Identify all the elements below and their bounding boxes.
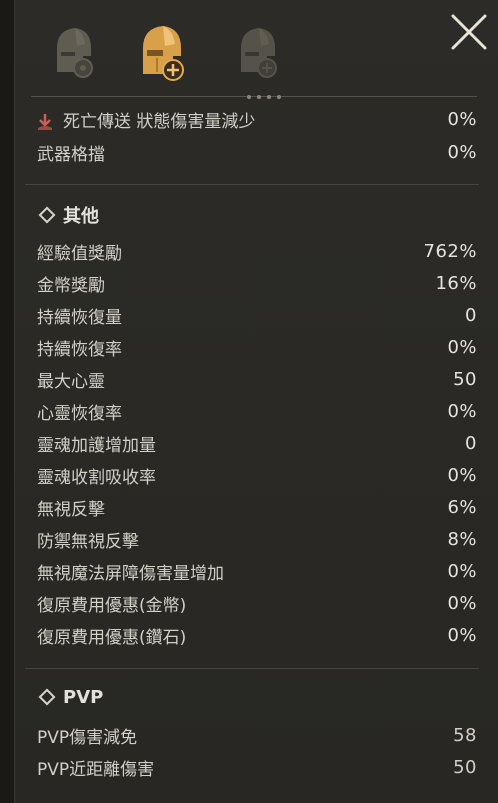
stat-value: 762% bbox=[423, 240, 477, 262]
tab-helmet-settings[interactable] bbox=[231, 22, 283, 84]
stat-row: 武器格擋 0% bbox=[37, 137, 477, 167]
stat-row: 心靈恢復率 0% bbox=[37, 396, 477, 426]
section-divider bbox=[25, 668, 479, 669]
diamond-bullet-icon bbox=[38, 206, 56, 224]
stat-row: 最大心靈 50 bbox=[37, 364, 477, 394]
stat-row: 復原費用優惠(金幣) 0% bbox=[37, 588, 477, 618]
stat-label: 持續恢復率 bbox=[37, 339, 122, 360]
section-title-text: 其他 bbox=[63, 206, 99, 227]
stat-row: 無視魔法屏障傷害量增加 0% bbox=[37, 556, 477, 586]
stat-row: 經驗值獎勵 762% bbox=[37, 236, 477, 266]
section-title-text: PVP bbox=[63, 686, 104, 708]
stat-label: PVP近距離傷害 bbox=[37, 759, 155, 780]
stat-label: 靈魂收割吸收率 bbox=[37, 467, 156, 488]
stat-row: 金幣獎勵 16% bbox=[37, 268, 477, 298]
section-title-pvp: PVP bbox=[37, 682, 103, 712]
stat-row: PVP近距離傷害 50 bbox=[37, 752, 477, 782]
stat-row: 靈魂加護增加量 0 bbox=[37, 428, 477, 458]
stat-value: 8% bbox=[447, 528, 477, 550]
stat-value: 0% bbox=[447, 560, 477, 582]
tab-helmet-add[interactable] bbox=[135, 22, 187, 84]
stat-label: 防禦無視反擊 bbox=[37, 531, 139, 552]
stat-row: 持續恢復率 0% bbox=[37, 332, 477, 362]
death-teleport-icon bbox=[38, 113, 52, 130]
stat-value: 0% bbox=[447, 336, 477, 358]
stat-value: 50 bbox=[453, 368, 477, 390]
stat-label: 持續恢復量 bbox=[37, 307, 122, 328]
stat-value: 6% bbox=[447, 496, 477, 518]
stat-value: 0% bbox=[447, 624, 477, 646]
stat-value: 0% bbox=[447, 592, 477, 614]
stat-value: 0% bbox=[447, 464, 477, 486]
stat-label: 武器格擋 bbox=[37, 144, 105, 165]
stat-label: 經驗值獎勵 bbox=[37, 243, 122, 264]
stat-row: 復原費用優惠(鑽石) 0% bbox=[37, 620, 477, 650]
helmet-gear-icon bbox=[57, 28, 93, 78]
stat-label: 心靈恢復率 bbox=[37, 403, 122, 424]
section-title-other: 其他 bbox=[37, 200, 99, 230]
stat-label: 復原費用優惠(金幣) bbox=[37, 595, 187, 616]
stat-label: PVP傷害減免 bbox=[37, 727, 138, 748]
section-divider bbox=[25, 184, 479, 185]
stat-row: 死亡傳送 狀態傷害量減少 0% bbox=[37, 104, 477, 134]
stat-label-with-icon: 死亡傳送 狀態傷害量減少 bbox=[37, 107, 255, 132]
stat-row: PVP傷害減免 58 bbox=[37, 720, 477, 750]
tab-helmet-gear[interactable] bbox=[47, 22, 99, 84]
stat-row: 防禦無視反擊 8% bbox=[37, 524, 477, 554]
stat-row: 持續恢復量 0 bbox=[37, 300, 477, 330]
stat-label: 死亡傳送 狀態傷害量減少 bbox=[63, 111, 256, 132]
panel-header bbox=[15, 0, 498, 100]
stat-value: 50 bbox=[453, 756, 477, 778]
stat-row: 靈魂收割吸收率 0% bbox=[37, 460, 477, 490]
stat-value: 16% bbox=[435, 272, 477, 294]
stat-label: 無視魔法屏障傷害量增加 bbox=[37, 563, 224, 584]
close-icon bbox=[451, 14, 487, 50]
helmet-add-icon bbox=[143, 26, 184, 81]
stat-value: 0% bbox=[447, 141, 477, 163]
scroll-handle-icon[interactable] bbox=[243, 93, 287, 101]
stat-label: 最大心靈 bbox=[37, 371, 105, 392]
stat-label: 靈魂加護增加量 bbox=[37, 435, 156, 456]
stat-value: 0 bbox=[465, 432, 477, 454]
close-button[interactable] bbox=[449, 12, 489, 52]
stat-label: 復原費用優惠(鑽石) bbox=[37, 627, 187, 648]
stat-row: 無視反擊 6% bbox=[37, 492, 477, 522]
stat-label: 金幣獎勵 bbox=[37, 275, 105, 296]
helmet-settings-icon bbox=[241, 28, 277, 78]
stat-value: 58 bbox=[453, 724, 477, 746]
stat-label: 無視反擊 bbox=[37, 499, 105, 520]
diamond-bullet-icon bbox=[38, 688, 56, 706]
stat-value: 0% bbox=[447, 400, 477, 422]
stat-value: 0% bbox=[447, 108, 477, 130]
stats-panel: 死亡傳送 狀態傷害量減少 0% 武器格擋 0% 其他 經驗值獎勵 762% 金幣… bbox=[14, 0, 498, 803]
stat-value: 0 bbox=[465, 304, 477, 326]
